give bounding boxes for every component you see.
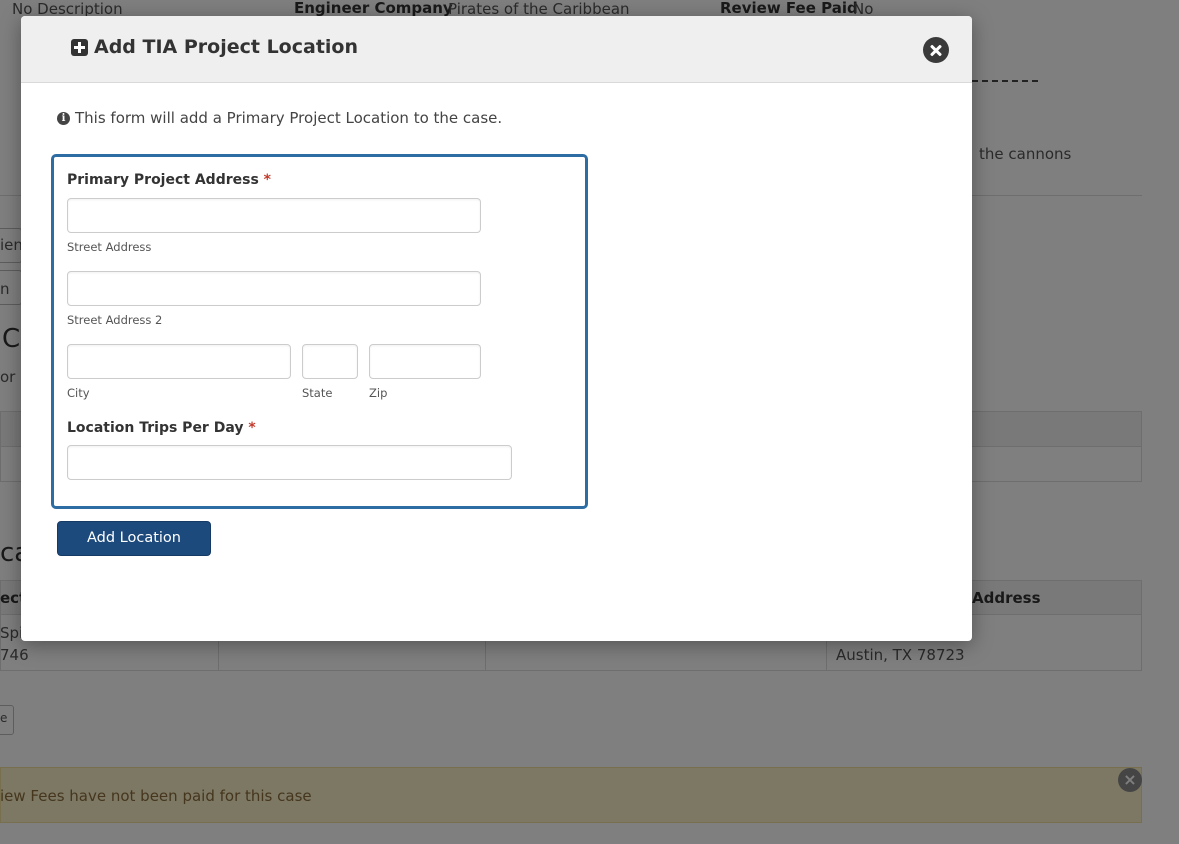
- modal-title: Add TIA Project Location: [71, 36, 358, 58]
- state-input[interactable]: [302, 344, 358, 379]
- required-marker: *: [263, 172, 271, 188]
- primary-address-label-text: Primary Project Address: [67, 172, 259, 188]
- city-input[interactable]: [67, 344, 291, 379]
- state-label: State: [302, 386, 333, 400]
- plus-square-icon: [71, 38, 88, 56]
- trips-per-day-label-text: Location Trips Per Day: [67, 420, 244, 436]
- info-text: This form will add a Primary Project Loc…: [75, 109, 503, 127]
- location-form-panel: Primary Project Address * Street Address…: [51, 154, 588, 509]
- city-label: City: [67, 386, 90, 400]
- zip-label: Zip: [369, 386, 388, 400]
- street-address-label: Street Address: [67, 240, 152, 254]
- required-marker: *: [248, 420, 256, 436]
- info-message: i This form will add a Primary Project L…: [57, 109, 502, 127]
- add-location-modal: Add TIA Project Location i This form wil…: [21, 16, 972, 641]
- primary-address-label: Primary Project Address *: [67, 172, 271, 188]
- modal-title-text: Add TIA Project Location: [94, 36, 358, 58]
- add-location-button[interactable]: Add Location: [57, 521, 211, 556]
- trips-per-day-input[interactable]: [67, 445, 512, 480]
- zip-input[interactable]: [369, 344, 481, 379]
- close-icon[interactable]: [923, 37, 949, 63]
- street-address-input[interactable]: [67, 198, 481, 233]
- street-address-2-label: Street Address 2: [67, 313, 163, 327]
- street-address-2-input[interactable]: [67, 271, 481, 306]
- trips-per-day-label: Location Trips Per Day *: [67, 420, 256, 436]
- modal-header: Add TIA Project Location: [21, 16, 972, 83]
- info-circle-icon: i: [57, 111, 70, 125]
